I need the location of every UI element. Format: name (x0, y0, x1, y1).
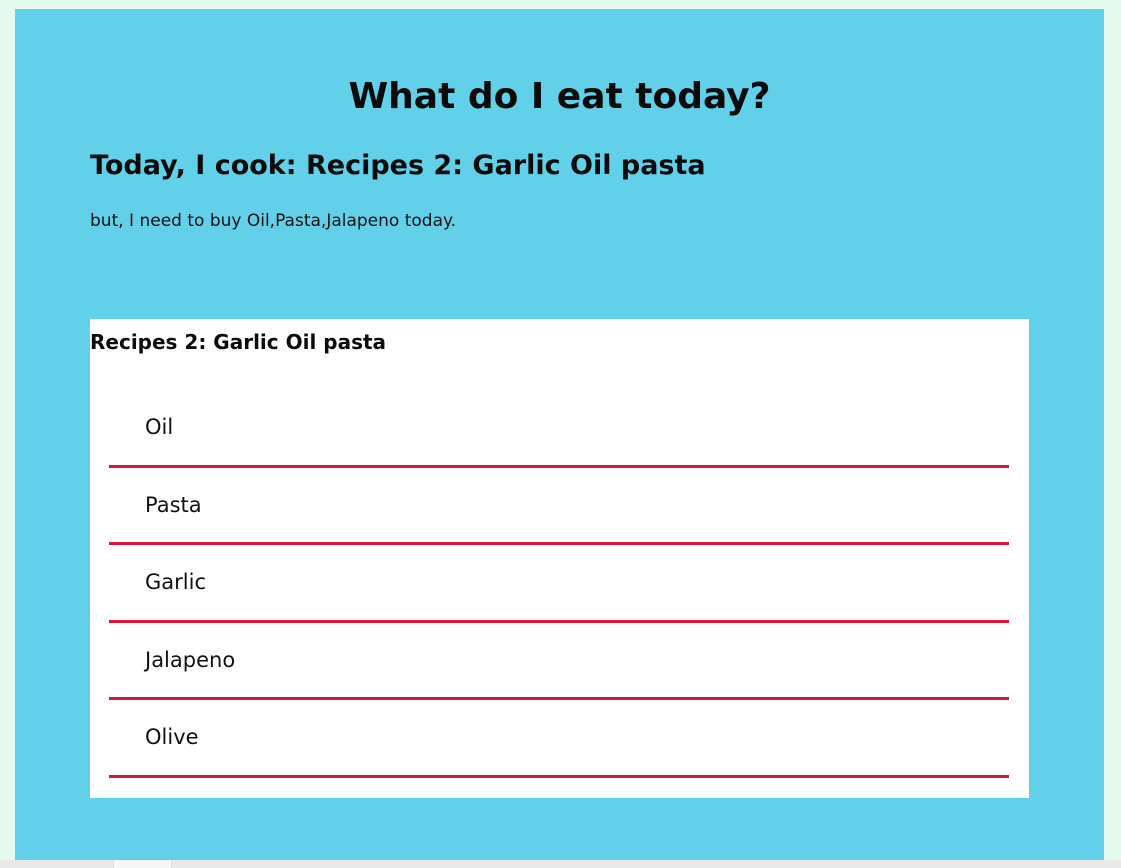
ingredient-item: Garlic (109, 545, 1009, 623)
horizontal-scrollbar-thumb[interactable] (113, 860, 172, 868)
recipe-title: Recipes 2: Garlic Oil pasta (90, 330, 387, 354)
ingredient-item: Jalapeno (109, 623, 1009, 700)
today-recipe-heading: Today, I cook: Recipes 2: Garlic Oil pas… (90, 150, 706, 181)
shopping-note: but, I need to buy Oil,Pasta,Jalapeno to… (90, 211, 457, 231)
ingredient-item: Pasta (109, 468, 1009, 545)
ingredient-item: Oil (109, 390, 1009, 468)
ingredient-list: Oil Pasta Garlic Jalapeno Olive (109, 390, 1009, 778)
main-panel: What do I eat today? Today, I cook: Reci… (15, 9, 1104, 860)
recipe-card: Recipes 2: Garlic Oil pasta Oil Pasta Ga… (90, 319, 1029, 798)
page-title: What do I eat today? (348, 76, 771, 117)
horizontal-scrollbar[interactable] (0, 860, 1121, 868)
ingredient-item: Olive (109, 700, 1009, 778)
